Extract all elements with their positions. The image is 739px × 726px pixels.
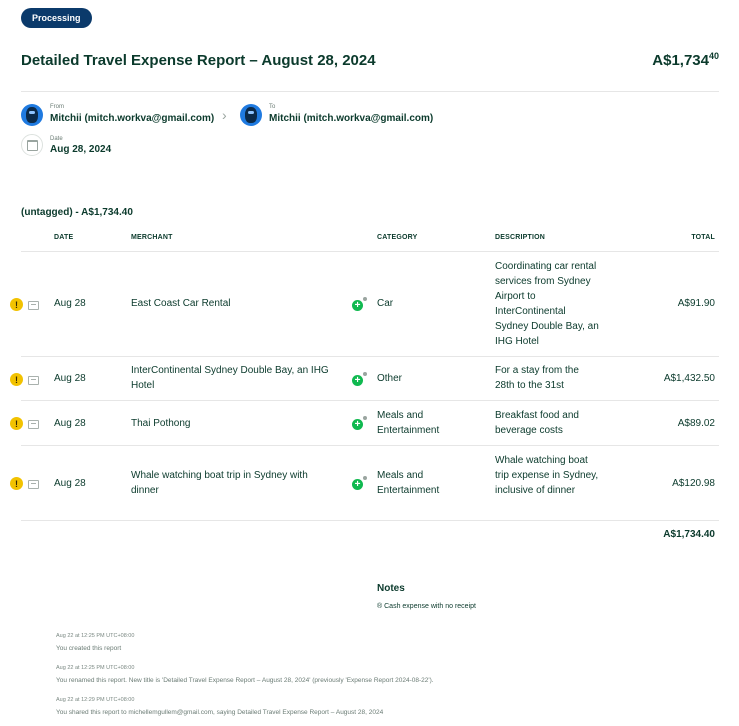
row-date: Aug 28 — [54, 418, 86, 429]
add-category-icon[interactable]: + — [352, 375, 363, 386]
row-merchant[interactable]: Thai Pothong — [131, 416, 331, 431]
activity-text: You renamed this report. New title is 'D… — [56, 677, 434, 684]
column-header-description: DESCRIPTION — [495, 234, 546, 241]
activity-text: You shared this report to michellemgulle… — [56, 709, 384, 716]
warning-icon[interactable]: ! — [10, 417, 23, 430]
column-header-merchant: MERCHANT — [131, 234, 173, 241]
to-avatar — [240, 104, 262, 126]
status-dot-icon — [363, 297, 367, 301]
from-avatar — [21, 104, 43, 126]
row-description[interactable]: Whale watching boat trip expense in Sydn… — [495, 453, 599, 498]
row-category[interactable]: Car — [377, 296, 477, 311]
activity-time: Aug 22 at 12:29 PM UTC+08:00 — [56, 697, 135, 703]
row-category[interactable]: Other — [377, 371, 477, 386]
row-description[interactable]: Breakfast food and beverage costs — [495, 408, 599, 438]
receipt-icon[interactable] — [28, 420, 39, 429]
chevron-right-icon: › — [222, 107, 227, 123]
group-header: (untagged) - A$1,734.40 — [21, 207, 133, 218]
row-total: A$1,432.50 — [663, 373, 715, 384]
to-value: Mitchii (mitch.workva@gmail.com) — [269, 113, 434, 124]
activity-time: Aug 22 at 12:25 PM UTC+08:00 — [56, 665, 135, 671]
notes-title: Notes — [377, 583, 405, 594]
row-merchant[interactable]: Whale watching boat trip in Sydney with … — [131, 468, 331, 498]
status-dot-icon — [363, 416, 367, 420]
receipt-icon[interactable] — [28, 376, 39, 385]
row-merchant[interactable]: InterContinental Sydney Double Bay, an I… — [131, 363, 331, 393]
column-header-total: TOTAL — [691, 234, 715, 241]
status-badge: Processing — [21, 8, 92, 28]
column-header-category: CATEGORY — [377, 234, 418, 241]
table-row[interactable]: ! Aug 28 Thai Pothong + Meals and Entert… — [0, 400, 739, 445]
row-category[interactable]: Meals and Entertainment — [377, 468, 477, 498]
calendar-icon — [21, 134, 43, 156]
from-value: Mitchii (mitch.workva@gmail.com) — [50, 113, 215, 124]
receipt-icon[interactable] — [28, 301, 39, 310]
to-label: To — [269, 104, 276, 110]
activity-text: You created this report — [56, 645, 122, 652]
status-dot-icon — [363, 476, 367, 480]
report-total-cents: 40 — [708, 51, 719, 61]
note-item: ® Cash expense with no receipt — [377, 603, 476, 610]
row-total: A$120.98 — [672, 478, 715, 489]
divider — [21, 91, 719, 92]
warning-icon[interactable]: ! — [10, 477, 23, 490]
table-row[interactable]: ! Aug 28 Whale watching boat trip in Syd… — [0, 445, 739, 520]
receipt-icon[interactable] — [28, 480, 39, 489]
date-value: Aug 28, 2024 — [50, 144, 112, 155]
add-category-icon[interactable]: + — [352, 479, 363, 490]
date-label: Date — [50, 136, 63, 142]
status-dot-icon — [363, 372, 367, 376]
avatar-face-icon — [245, 107, 257, 123]
row-date: Aug 28 — [54, 298, 86, 309]
report-total: A$1,73440 — [652, 51, 719, 69]
page-title: Detailed Travel Expense Report – August … — [21, 52, 376, 69]
report-total-main: A$1,734 — [652, 52, 709, 69]
note-text: Cash expense with no receipt — [384, 603, 476, 610]
row-category[interactable]: Meals and Entertainment — [377, 408, 477, 438]
add-category-icon[interactable]: + — [352, 300, 363, 311]
row-merchant[interactable]: East Coast Car Rental — [131, 296, 331, 311]
avatar-face-icon — [26, 107, 38, 123]
warning-icon[interactable]: ! — [10, 298, 23, 311]
table-sum: A$1,734.40 — [663, 529, 715, 540]
row-description[interactable]: For a stay from the 28th to the 31st — [495, 363, 599, 393]
note-bullet-icon: ® — [377, 603, 383, 610]
row-divider — [21, 520, 719, 521]
warning-icon[interactable]: ! — [10, 373, 23, 386]
row-date: Aug 28 — [54, 478, 86, 489]
row-total: A$89.02 — [677, 418, 715, 429]
add-category-icon[interactable]: + — [352, 419, 363, 430]
row-date: Aug 28 — [54, 373, 86, 384]
row-total: A$91.90 — [677, 298, 715, 309]
table-row[interactable]: ! Aug 28 East Coast Car Rental + Car Coo… — [0, 251, 739, 356]
table-row[interactable]: ! Aug 28 InterContinental Sydney Double … — [0, 356, 739, 400]
from-label: From — [50, 104, 64, 110]
column-header-date: DATE — [54, 234, 74, 241]
row-description[interactable]: Coordinating car rental services from Sy… — [495, 259, 599, 349]
activity-time: Aug 22 at 12:25 PM UTC+08:00 — [56, 633, 135, 639]
